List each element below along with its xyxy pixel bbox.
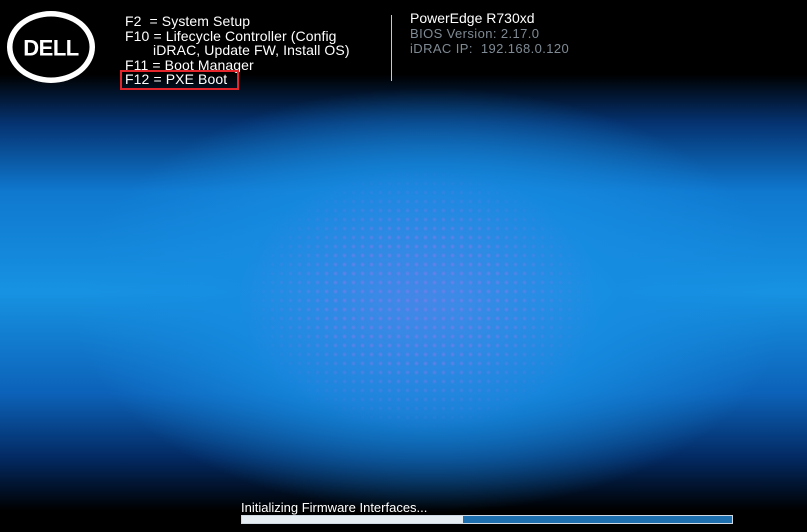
status-message: Initializing Firmware Interfaces... [241,500,428,515]
post-screen: DELL F2 = System Setup F10 = Lifecycle C… [0,0,807,532]
hotkey-list: F2 = System Setup F10 = Lifecycle Contro… [119,14,350,90]
dell-logo: DELL [7,11,95,83]
hotkey-key: F10 [125,27,150,44]
progress-bar [241,515,733,524]
system-model: PowerEdge R730xd [410,10,535,26]
svg-text:DELL: DELL [23,36,79,61]
hotkey-key: F12 [125,71,150,87]
idrac-ip: iDRAC IP: 192.168.0.120 [410,41,570,56]
hotkey-pxe-boot[interactable]: F12 = PXE Boot [119,70,240,90]
divider [391,15,392,81]
background-dot-pattern [250,170,590,430]
hotkey-lifecycle-controller[interactable]: F10 = Lifecycle Controller (Config [125,27,350,44]
hotkey-label: = PXE Boot [153,71,228,87]
hotkey-lifecycle-controller-continuation: iDRAC, Update FW, Install OS) [153,42,350,58]
hotkey-boot-manager[interactable]: F11 = Boot Manager [125,57,350,73]
bios-version: BIOS Version: 2.17.0 [410,26,540,41]
system-info: PowerEdge R730xd BIOS Version: 2.17.0 iD… [410,10,570,57]
progress-bar-fill [242,516,463,523]
hotkey-system-setup[interactable]: F2 = System Setup [125,14,350,29]
